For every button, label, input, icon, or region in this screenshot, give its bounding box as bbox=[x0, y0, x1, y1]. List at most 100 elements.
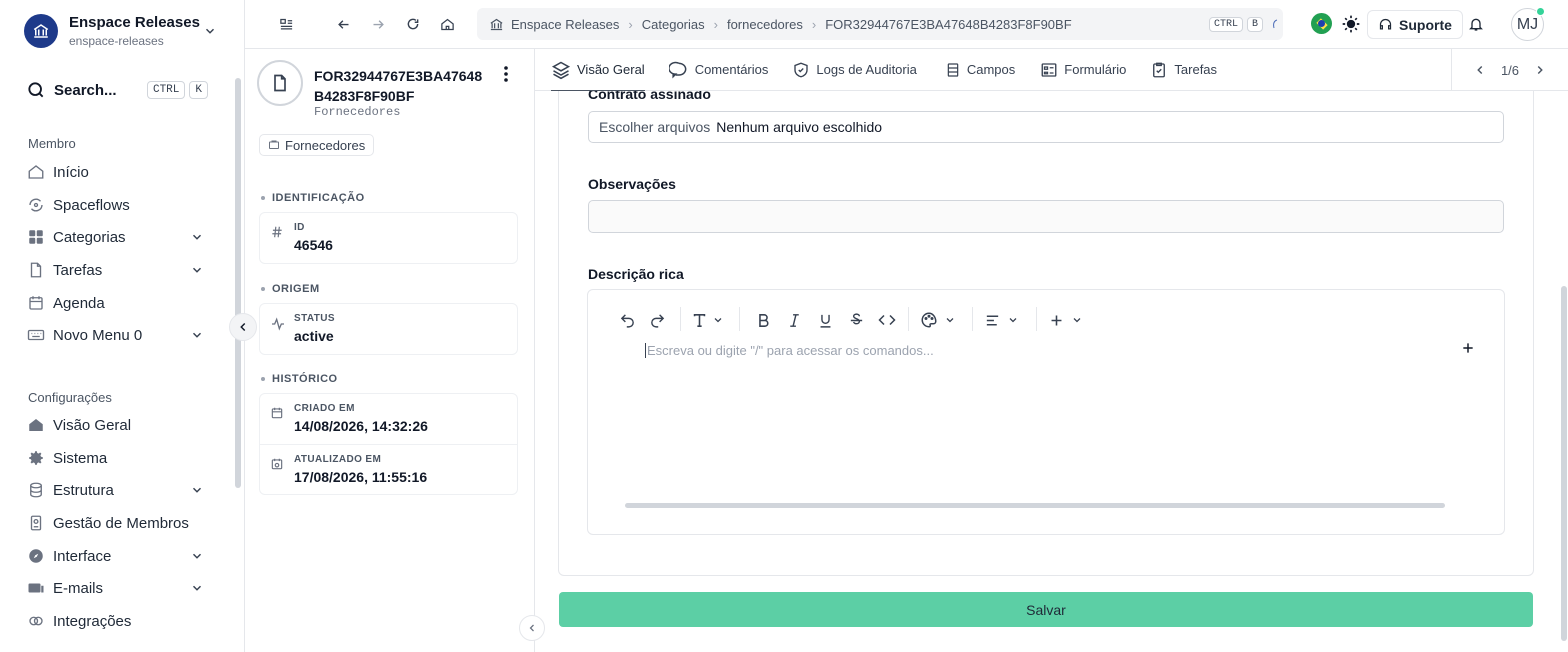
search-icon bbox=[28, 82, 44, 98]
folder-icon bbox=[269, 140, 279, 149]
sidebar-scroll-thumb[interactable] bbox=[235, 78, 241, 488]
sidebar-item-label: Categorias bbox=[53, 228, 126, 246]
breadcrumb-item[interactable]: fornecedores bbox=[727, 17, 803, 32]
plus-icon bbox=[1051, 315, 1062, 325]
chevron-right-icon: › bbox=[628, 16, 633, 32]
workspace-switcher[interactable]: Enspace Releases enspace-releases bbox=[24, 14, 200, 48]
sidebar-item-visao-geral[interactable]: Visão Geral bbox=[26, 413, 208, 437]
sidebar-item-tarefas[interactable]: Tarefas bbox=[26, 258, 208, 282]
field-value: 14/08/2026, 14:32:26 bbox=[294, 418, 428, 434]
bell-icon[interactable] bbox=[1466, 14, 1486, 34]
palette-icon bbox=[921, 312, 937, 328]
record-pager: 1/6 bbox=[1451, 49, 1568, 91]
contract-file-input[interactable]: Escolher arquivos Nenhum arquivo escolhi… bbox=[588, 111, 1504, 143]
gear-icon bbox=[26, 448, 46, 468]
main-scrollbar[interactable] bbox=[1560, 91, 1568, 652]
back-arrow-icon[interactable] bbox=[333, 14, 353, 34]
color-dropdown[interactable] bbox=[920, 310, 956, 330]
pager-label: 1/6 bbox=[1500, 62, 1520, 78]
sidebar-item-label: Início bbox=[53, 163, 89, 181]
save-button[interactable]: Salvar bbox=[559, 592, 1533, 627]
sidebar-item-interface[interactable]: Interface bbox=[26, 544, 208, 568]
align-dropdown[interactable] bbox=[984, 310, 1019, 330]
text-style-dropdown[interactable] bbox=[691, 310, 724, 330]
layers-icon bbox=[551, 60, 571, 80]
main-scroll-thumb[interactable] bbox=[1561, 286, 1567, 641]
field-label: Descrição rica bbox=[588, 266, 684, 282]
kbd-key: K bbox=[189, 81, 208, 99]
sidebar-item-gestao-membros[interactable]: Gestão de Membros bbox=[26, 511, 208, 535]
tab-comentarios[interactable]: Comentários bbox=[668, 49, 768, 91]
choose-files-button[interactable]: Escolher arquivos bbox=[599, 119, 710, 135]
forward-arrow-icon[interactable] bbox=[368, 14, 388, 34]
bold-icon[interactable] bbox=[755, 310, 772, 330]
sidebar-item-categorias[interactable]: Categorias bbox=[26, 225, 208, 249]
tab-visao-geral[interactable]: Visão Geral bbox=[551, 49, 645, 92]
mail-icon bbox=[26, 578, 46, 598]
support-button[interactable]: Suporte bbox=[1367, 10, 1463, 39]
tab-formulario[interactable]: Formulário bbox=[1040, 49, 1126, 91]
home-icon[interactable] bbox=[437, 14, 457, 34]
clipboard-check-icon bbox=[1150, 61, 1168, 79]
group-label-text: HISTÓRICO bbox=[272, 373, 338, 385]
sidebar-item-agenda[interactable]: Agenda bbox=[26, 291, 208, 315]
category-tag[interactable]: Fornecedores bbox=[259, 134, 375, 156]
underline-icon[interactable] bbox=[817, 310, 834, 330]
breadcrumb-item[interactable]: Categorias bbox=[642, 17, 705, 32]
editor-scrollbar[interactable] bbox=[616, 502, 1478, 508]
sidebar-item-emails[interactable]: E-mails bbox=[26, 576, 208, 600]
breadcrumb-current: FOR32944767E3BA47648B4283F8F90BF bbox=[825, 16, 1072, 32]
file-icon bbox=[26, 260, 46, 280]
kbd-key: B bbox=[1246, 16, 1263, 32]
chevron-left-icon bbox=[240, 322, 246, 332]
activity-icon bbox=[270, 316, 286, 332]
support-label: Suporte bbox=[1399, 16, 1452, 33]
sidebar-collapse-button[interactable] bbox=[229, 313, 257, 341]
editor-placeholder[interactable]: Escreva ou digite "/" para acessar os co… bbox=[645, 343, 934, 358]
field-label: Observações bbox=[588, 176, 676, 192]
strikethrough-icon[interactable] bbox=[848, 310, 865, 330]
tab-campos[interactable]: Campos bbox=[945, 49, 1015, 91]
sidebar-item-spaceflows[interactable]: Spaceflows bbox=[26, 193, 208, 217]
field-value: 46546 bbox=[294, 237, 333, 253]
search-button[interactable]: Search... CTRL K bbox=[26, 80, 208, 100]
refresh-icon[interactable] bbox=[403, 14, 423, 34]
breadcrumb-item[interactable]: Enspace Releases bbox=[511, 17, 619, 32]
sidebar-item-label: Novo Menu 0 bbox=[53, 326, 143, 344]
language-flag-icon[interactable] bbox=[1311, 13, 1332, 34]
insert-dropdown[interactable] bbox=[1048, 310, 1083, 330]
plus-icon[interactable] bbox=[1460, 340, 1476, 356]
theme-toggle-icon[interactable] bbox=[1341, 14, 1361, 34]
italic-icon[interactable] bbox=[786, 310, 803, 330]
chevron-down-icon bbox=[190, 483, 204, 497]
more-vertical-icon[interactable] bbox=[500, 65, 512, 83]
chevron-left-icon[interactable] bbox=[1473, 63, 1487, 77]
tab-tarefas[interactable]: Tarefas bbox=[1150, 49, 1217, 91]
observacoes-input[interactable] bbox=[588, 200, 1504, 233]
redo-icon[interactable] bbox=[649, 310, 666, 330]
sidebar-item-inicio[interactable]: Início bbox=[26, 160, 208, 184]
sidebar-item-integracoes[interactable]: Integrações bbox=[26, 609, 208, 633]
sidebar-item-sistema[interactable]: Sistema bbox=[26, 446, 208, 470]
tab-label: Formulário bbox=[1064, 62, 1127, 77]
undo-icon[interactable] bbox=[619, 310, 636, 330]
chevron-down-icon bbox=[190, 549, 204, 563]
chevron-right-icon[interactable] bbox=[1533, 63, 1547, 77]
field-key: ATUALIZADO EM bbox=[294, 454, 382, 465]
home-icon bbox=[26, 162, 46, 182]
code-icon[interactable] bbox=[878, 310, 896, 330]
chevron-down-icon bbox=[190, 328, 204, 342]
sidebar-item-novo-menu[interactable]: Novo Menu 0 bbox=[26, 323, 208, 347]
record-panel-collapse-button[interactable] bbox=[519, 615, 545, 641]
editor-scroll-thumb[interactable] bbox=[625, 503, 1445, 508]
group-label: ORIGEM bbox=[261, 283, 320, 295]
chevron-down-icon[interactable] bbox=[203, 24, 217, 38]
tab-logs-auditoria[interactable]: Logs de Auditoria bbox=[792, 49, 917, 91]
rich-text-editor: Escreva ou digite "/" para acessar os co… bbox=[587, 289, 1505, 535]
sidebar-item-estrutura[interactable]: Estrutura bbox=[26, 478, 208, 502]
chevron-down-icon bbox=[190, 581, 204, 595]
group-label: IDENTIFICAÇÃO bbox=[261, 192, 365, 204]
sidebar-item-label: Tarefas bbox=[53, 261, 103, 279]
panel-toggle-icon[interactable] bbox=[276, 14, 296, 34]
text-type-icon bbox=[693, 313, 706, 327]
